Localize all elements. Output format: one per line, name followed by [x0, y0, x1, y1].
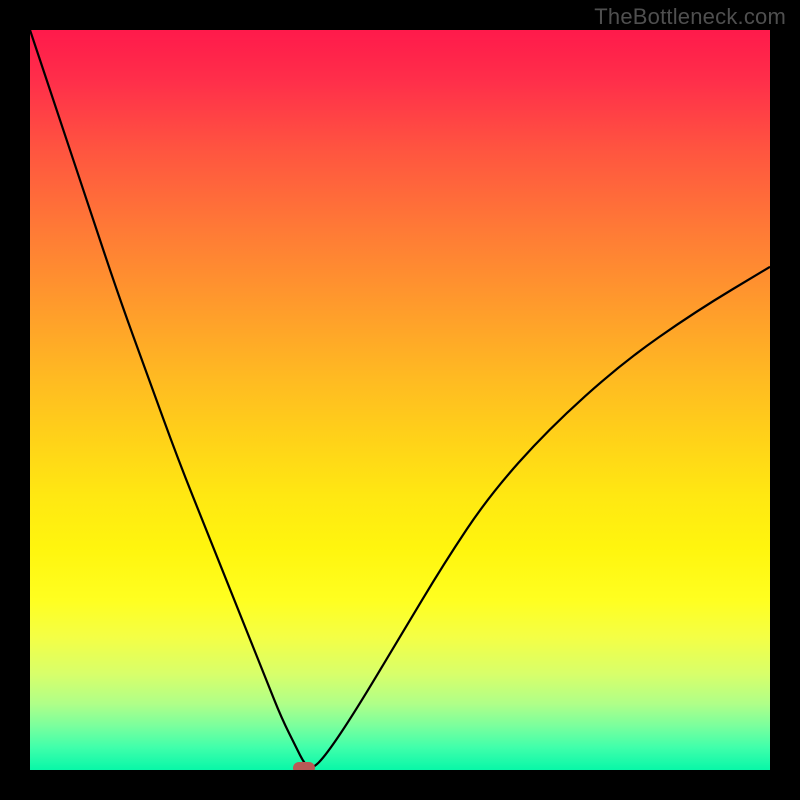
watermark-text: TheBottleneck.com: [594, 4, 786, 30]
chart-frame: TheBottleneck.com: [0, 0, 800, 800]
plot-area: [30, 30, 770, 770]
bottleneck-curve: [30, 30, 770, 770]
optimal-point-marker: [293, 762, 315, 770]
